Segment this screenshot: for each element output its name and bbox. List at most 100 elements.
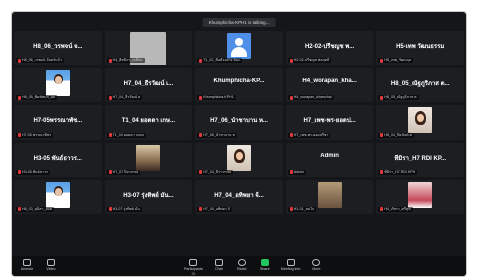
microphone-icon: [23, 259, 31, 266]
participant-tile[interactable]: H4_worapan_kha... H4_worapan_khamchai: [285, 68, 374, 103]
participant-tile[interactable]: H7_06_นำชาบาน ห... H7_06_นำชาบาน ห: [195, 105, 283, 140]
participant-display-name: H7_04_ธีรวัฒน์ เ...: [123, 81, 174, 88]
meeting-info-button[interactable]: Meeting info: [280, 259, 301, 276]
participant-tile[interactable]: T1_02_ชื่อตัวอย่าง ห้อง: [195, 31, 283, 66]
participant-name-label: T1_02_ชื่อตัวอย่าง ห้อง: [203, 58, 240, 63]
muted-mic-icon: [380, 133, 384, 137]
participant-name-label: H3-07 รุ่งทิพย์ มัน: [112, 206, 140, 211]
participants-icon: [189, 259, 198, 266]
muted-mic-icon: [380, 95, 384, 100]
participant-display-name: T1_04 ยอดดา เกษ...: [121, 118, 176, 125]
participant-tile[interactable]: H3-05 พันธ์ธาวร... H3-05 พันธ์ธาวร: [14, 142, 102, 177]
participant-name-label: H7_04_อทิพยา จ้: [203, 206, 230, 211]
participant-tile[interactable]: H5-เทพ วัฒนธรรม H5_เทพ_รัฒนกุล: [376, 31, 464, 66]
share-icon: [260, 259, 269, 266]
participant-name-tag: H8_06_วรพจน์ จันทร์แก้ว: [16, 58, 64, 64]
participant-name-label: H4_สิทธิกร_เคมีพล: [112, 58, 143, 63]
participant-count: 38: [191, 272, 196, 276]
participant-video: [408, 181, 433, 208]
muted-mic-icon: [18, 207, 21, 212]
participant-name-tag: H3-07 รุ่งทิพย์ มัน: [106, 206, 142, 212]
toolbar-button-label: Video: [46, 267, 56, 271]
participant-name-label: H7-05 พรรณาพัชร: [22, 132, 52, 137]
participant-display-name: H4_worapan_kha...: [302, 78, 357, 85]
muted-mic-icon: [18, 58, 21, 63]
muted-mic-icon: [380, 58, 384, 63]
participant-name-tag: H7_04_ธีรวัฒน์ ส: [106, 95, 143, 101]
participant-tile[interactable]: H7_04_ธีรวัฒน์ เ... H7_04_ธีรวัฒน์ ส: [104, 68, 193, 103]
toolbar-button-label: Unmute: [20, 267, 34, 271]
participant-name-label: T1_04 ยอดดา เกษม: [112, 132, 144, 137]
participant-tile[interactable]: H8_03_สุนิสา_ยอด: [14, 179, 102, 214]
participant-tile[interactable]: H7-05พรรณาพัช... H7-05 พรรณาพัชร: [14, 105, 102, 140]
participant-display-name: H3-07 รุ่งทิพย์ มัน...: [123, 192, 174, 199]
participant-tile[interactable]: H8_06_วรพจน์ จ... H8_06_วรพจน์ จันทร์แก้ว: [14, 31, 102, 66]
participant-name-label: H8_06_วรพจน์ จันทร์แก้ว: [22, 58, 62, 63]
participant-name-tag: H8_05_พิมพ์ชนก_ผล: [16, 95, 58, 101]
muted-mic-icon: [108, 207, 112, 212]
chat-button[interactable]: Chat: [212, 259, 226, 276]
participant-display-name: H2-02-ปรีชญช พ...: [304, 44, 355, 50]
participant-tile[interactable]: H8_05_ณัฐภูริภาส ต... H8_05_ณัฐภูริภาส ต: [376, 68, 464, 103]
participant-display-name: ทีมิรา_H7 RDI KP...: [394, 155, 447, 162]
participant-name-label: H3-05 พันธ์ธาวร: [22, 169, 48, 174]
video-grid: H8_06_วรพจน์ จ... H8_06_วรพจน์ จันทร์แก้ว…: [14, 31, 464, 251]
participant-tile[interactable]: H8_04_ปิยนันท์ ศ: [376, 105, 464, 140]
participant-name-tag: H5_เทพ_รัฒนกุล: [378, 58, 413, 64]
participant-name-tag: H7_04_อทิพยา จ้: [197, 206, 232, 212]
muted-mic-icon: [380, 207, 384, 212]
participant-name-label: H8_03_สุนิสา_ยอด: [22, 206, 53, 211]
participant-name-label: Admin: [293, 169, 304, 174]
meeting-window: Khumphicha-KPH1 is talking... H8_06_วรพจ…: [12, 12, 466, 276]
participant-name-label: H8_05_ณัฐภูริภาส ต: [384, 95, 417, 100]
participant-name-tag: H2-02-ปรีชญช พลฤทธิ์: [287, 58, 332, 64]
participant-display-name: Admin: [320, 152, 339, 159]
participant-video: [226, 144, 251, 171]
participant-name-tag: T1_02_ชื่อตัวอย่าง ห้อง: [197, 58, 242, 64]
participants-button[interactable]: Participants 38: [184, 259, 203, 276]
muted-mic-icon: [108, 133, 112, 137]
share-button[interactable]: Share: [258, 259, 272, 276]
react-button[interactable]: React: [235, 259, 249, 276]
participant-tile[interactable]: Admin Admin: [285, 142, 374, 177]
participant-tile[interactable]: H8_05_พิมพ์ชนก_ผล: [14, 68, 102, 103]
video-button[interactable]: Video: [44, 259, 58, 271]
participant-name-label: H8_05_พิมพ์ชนก_ผล: [22, 95, 56, 100]
muted-mic-icon: [289, 133, 293, 137]
toolbar-button-label: Meeting info: [280, 267, 301, 271]
participant-tile[interactable]: H7_07 ปิยาภรณ์: [104, 142, 193, 177]
participant-name-tag: H7_06_นำชาบาน ห: [197, 132, 237, 138]
participant-tile[interactable]: H7_04_ธีราวรรณ: [195, 142, 283, 177]
more-icon: [312, 259, 321, 266]
muted-mic-icon: [199, 170, 203, 175]
participant-name-label: H2-02-ปรีชญช พลฤทธิ์: [293, 58, 330, 63]
participant-name-tag: H8_03_สุนิสา_ยอด: [16, 206, 55, 212]
participant-name-label: H7_เพช-พร-ยอดปรีชา: [293, 132, 329, 137]
muted-mic-icon: [108, 95, 112, 100]
participant-tile[interactable]: H7_04_อทิพยา จ้... H7_04_อทิพยา จ้: [195, 179, 283, 214]
participant-tile[interactable]: H4_สิทธิกร_เคมีพล: [104, 31, 193, 66]
muted-mic-icon: [380, 170, 384, 175]
muted-mic-icon: [289, 95, 293, 100]
muted-mic-icon: [108, 58, 112, 63]
participant-video: [317, 181, 342, 208]
participant-name-tag: H7-05 พรรณาพัชร: [16, 132, 54, 138]
muted-mic-icon: [18, 133, 21, 137]
more-button[interactable]: More: [309, 259, 323, 276]
participant-tile[interactable]: H1-01_สมใจ: [285, 179, 374, 214]
toolbar-button-label: More: [312, 267, 321, 271]
participant-tile[interactable]: T1_04 ยอดดา เกษ... T1_04 ยอดดา เกษม: [104, 105, 193, 140]
participant-name-label: H7_06_นำชาบาน ห: [203, 132, 235, 137]
participant-name-tag: T1_04 ยอดดา เกษม: [106, 132, 146, 138]
participant-tile[interactable]: H7_เพช-พร-ยอดป... H7_เพช-พร-ยอดปรีชา: [285, 105, 374, 140]
participant-tile[interactable]: H4_ภัทรา_ศรีสุข: [376, 179, 464, 214]
participant-tile[interactable]: H3-07 รุ่งทิพย์ มัน... H3-07 รุ่งทิพย์ มั…: [104, 179, 193, 214]
participant-video: [45, 70, 70, 97]
participant-tile[interactable]: ทีมิรา_H7 RDI KP... ทีมิรา_H7 RDI KPH: [376, 142, 464, 177]
participant-video: [136, 144, 161, 171]
muted-mic-icon: [199, 133, 203, 137]
participant-name-tag: ทีมิรา_H7 RDI KPH: [378, 169, 418, 175]
unmute-button[interactable]: Unmute: [20, 259, 34, 271]
participant-tile[interactable]: Khumphicha-KP... Khumphicha-KPH1: [195, 68, 283, 103]
participant-tile[interactable]: H2-02-ปรีชญช พ... H2-02-ปรีชญช พลฤทธิ์: [285, 31, 374, 66]
